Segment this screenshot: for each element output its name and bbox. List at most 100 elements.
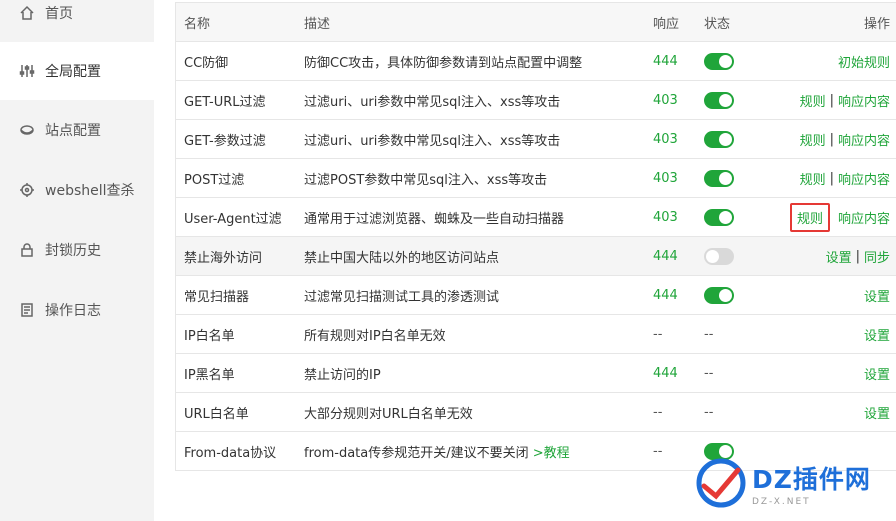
tutorial-link[interactable]: >教程 — [533, 442, 570, 461]
rule-resp[interactable]: 444 — [653, 276, 693, 314]
table-row: 常见扫描器 过滤常见扫描测试工具的渗透测试 444 设置 — [176, 276, 896, 315]
table-row: URL白名单 大部分规则对URL白名单无效 -- -- 设置 — [176, 393, 896, 432]
ops-cell: 设置 — [864, 354, 890, 392]
sidebar-item-label: 封锁历史 — [45, 243, 101, 259]
rule-resp[interactable]: 403 — [653, 159, 693, 197]
settings-link[interactable]: 设置 — [864, 286, 890, 305]
status-cell: -- — [704, 365, 714, 381]
rule-desc: 大部分规则对URL白名单无效 — [304, 406, 473, 422]
settings-link[interactable]: 设置 — [864, 325, 890, 344]
sidebar-item-block-history[interactable]: 封锁历史 — [0, 221, 154, 279]
home-icon — [18, 4, 36, 22]
sidebar-item-site-config[interactable]: 站点配置 — [0, 101, 154, 159]
rules-link-highlighted[interactable]: 规则 — [789, 202, 830, 232]
status-cell — [704, 276, 764, 314]
settings-link[interactable]: 设置 — [864, 403, 890, 422]
rule-name: 禁止海外访问 — [184, 250, 263, 266]
rules-table: 名称 描述 响应 状态 操作 CC防御 防御CC攻击，具体防御参数请到站点配置中… — [175, 2, 896, 471]
ops-cell: 设置 — [864, 393, 890, 431]
watermark-sub: DZ-X.NET — [752, 496, 811, 507]
header-ops: 操作 — [863, 16, 890, 32]
rule-desc: 防御CC攻击，具体防御参数请到站点配置中调整 — [304, 55, 583, 71]
rule-resp[interactable]: 444 — [653, 42, 693, 80]
ops-cell: 规则 响应内容 — [789, 198, 890, 236]
table-row: POST过滤 过滤POST参数中常见sql注入、xss等攻击 403 规则 | 响应… — [176, 159, 896, 198]
rule-name: From-data协议 — [184, 445, 277, 461]
status-cell — [704, 81, 764, 119]
status-toggle[interactable] — [704, 130, 734, 148]
target-icon — [18, 181, 36, 199]
rule-name: IP白名单 — [184, 328, 235, 344]
status-cell — [704, 198, 764, 236]
sidebar-item-webshell[interactable]: webshell查杀 — [0, 161, 154, 219]
header-status: 状态 — [704, 16, 731, 32]
status-toggle[interactable] — [704, 208, 734, 226]
rule-desc-cell: from-data传参规范开关/建议不要关闭 >教程 — [304, 432, 644, 470]
rule-desc: 过滤常见扫描测试工具的渗透测试 — [304, 289, 500, 305]
rule-desc: 禁止访问的IP — [304, 367, 381, 383]
rules-link[interactable]: 规则 — [800, 130, 826, 149]
status-cell — [704, 42, 764, 80]
globe-icon — [18, 121, 36, 139]
rule-resp[interactable]: 403 — [653, 81, 693, 119]
main-panel: 名称 描述 响应 状态 操作 CC防御 防御CC攻击，具体防御参数请到站点配置中… — [154, 0, 896, 521]
rule-resp[interactable]: 403 — [653, 198, 693, 236]
status-cell — [704, 120, 764, 158]
sidebar-item-label: 操作日志 — [45, 303, 101, 319]
ops-cell: 初始规则 — [838, 42, 890, 80]
status-toggle[interactable] — [704, 286, 734, 304]
header-resp: 响应 — [653, 16, 680, 32]
sidebar-item-label: webshell查杀 — [45, 183, 135, 199]
response-content-link[interactable]: 响应内容 — [838, 169, 890, 188]
header-desc: 描述 — [304, 16, 331, 32]
rule-desc: from-data传参规范开关/建议不要关闭 — [304, 445, 529, 461]
rule-desc: 过滤uri、uri参数中常见sql注入、xss等攻击 — [304, 133, 561, 149]
document-icon — [18, 301, 36, 319]
rule-desc: 过滤uri、uri参数中常见sql注入、xss等攻击 — [304, 94, 561, 110]
rule-resp[interactable]: 444 — [653, 354, 693, 392]
rule-resp: -- — [653, 443, 663, 459]
sidebar-item-label: 全局配置 — [45, 64, 101, 80]
rule-resp[interactable]: 403 — [653, 120, 693, 158]
sidebar-item-operation-log[interactable]: 操作日志 — [0, 281, 154, 339]
rule-desc: 所有规则对IP白名单无效 — [304, 328, 446, 344]
status-toggle[interactable] — [704, 91, 734, 109]
response-content-link[interactable]: 响应内容 — [838, 208, 890, 227]
response-content-link[interactable]: 响应内容 — [838, 91, 890, 110]
rule-name: GET-参数过滤 — [184, 133, 266, 149]
settings-link[interactable]: 设置 — [864, 364, 890, 383]
rule-resp[interactable]: 444 — [653, 237, 693, 275]
settings-link[interactable]: 设置 — [826, 247, 852, 266]
status-toggle[interactable] — [704, 169, 734, 187]
table-row: User-Agent过滤 通常用于过滤浏览器、蜘蛛及一些自动扫描器 403 规则… — [176, 198, 896, 237]
rule-desc: 过滤POST参数中常见sql注入、xss等攻击 — [304, 172, 548, 188]
rule-name: URL白名单 — [184, 406, 249, 422]
separator: | — [829, 92, 834, 108]
sidebar-item-home[interactable]: 首页 — [0, 0, 154, 42]
sidebar-item-label: 站点配置 — [45, 123, 101, 139]
watermark-text: DZ插件网 DZ-X.NET — [752, 460, 871, 507]
rule-name: IP黑名单 — [184, 367, 235, 383]
watermark-logo-icon — [694, 456, 748, 510]
sync-link[interactable]: 同步 — [864, 247, 890, 266]
status-toggle[interactable] — [704, 52, 734, 70]
status-toggle[interactable] — [704, 247, 734, 265]
rule-resp: -- — [653, 326, 663, 342]
rule-resp: -- — [653, 404, 663, 420]
sidebar-item-global-config[interactable]: 全局配置 — [0, 42, 154, 100]
rule-name: CC防御 — [184, 55, 229, 71]
watermark: DZ插件网 DZ-X.NET — [694, 453, 894, 513]
header-name: 名称 — [184, 16, 211, 32]
table-row: 禁止海外访问 禁止中国大陆以外的地区访问站点 444 设置 | 同步 — [176, 237, 896, 276]
initial-rules-link[interactable]: 初始规则 — [838, 52, 890, 71]
rule-desc: 通常用于过滤浏览器、蜘蛛及一些自动扫描器 — [304, 211, 565, 227]
separator: | — [855, 248, 860, 264]
separator: | — [829, 170, 834, 186]
table-row: IP黑名单 禁止访问的IP 444 -- 设置 — [176, 354, 896, 393]
table-row: GET-参数过滤 过滤uri、uri参数中常见sql注入、xss等攻击 403 … — [176, 120, 896, 159]
watermark-main: DZ插件网 — [752, 464, 871, 494]
rules-link[interactable]: 规则 — [800, 169, 826, 188]
rules-link[interactable]: 规则 — [800, 91, 826, 110]
rule-name: 常见扫描器 — [184, 289, 250, 305]
response-content-link[interactable]: 响应内容 — [838, 130, 890, 149]
